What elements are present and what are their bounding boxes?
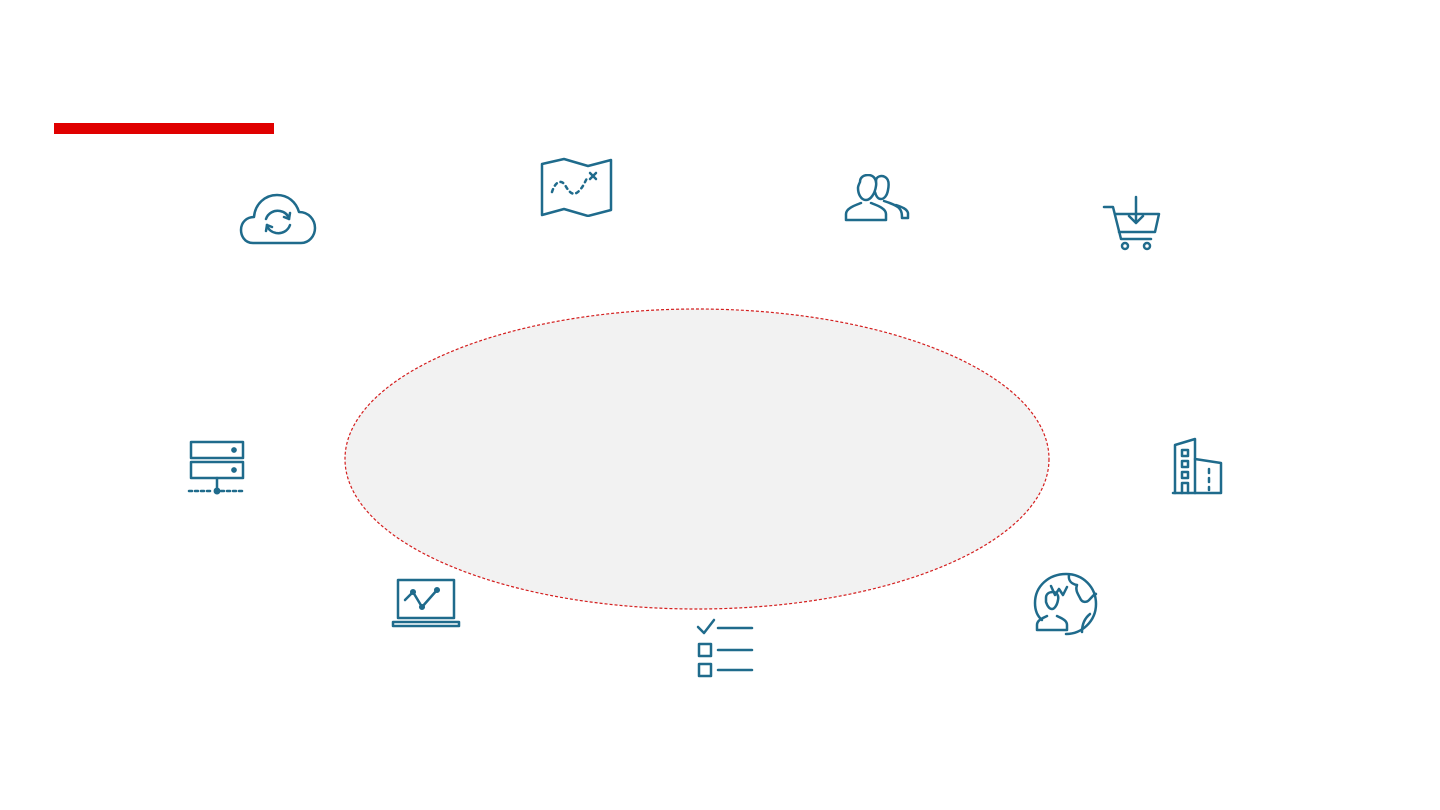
accent-bar [54,123,274,134]
cart-download-icon [1102,195,1162,251]
server-network-icon [187,439,247,495]
cloud-sync-icon [239,193,317,245]
office-building-icon [1171,437,1225,495]
users-icon [844,174,910,222]
checklist-icon [694,617,756,679]
treasure-map-icon [540,157,614,217]
globe-user-icon [1033,572,1099,636]
center-ellipse [343,307,1051,611]
laptop-analytics-icon [391,578,461,630]
